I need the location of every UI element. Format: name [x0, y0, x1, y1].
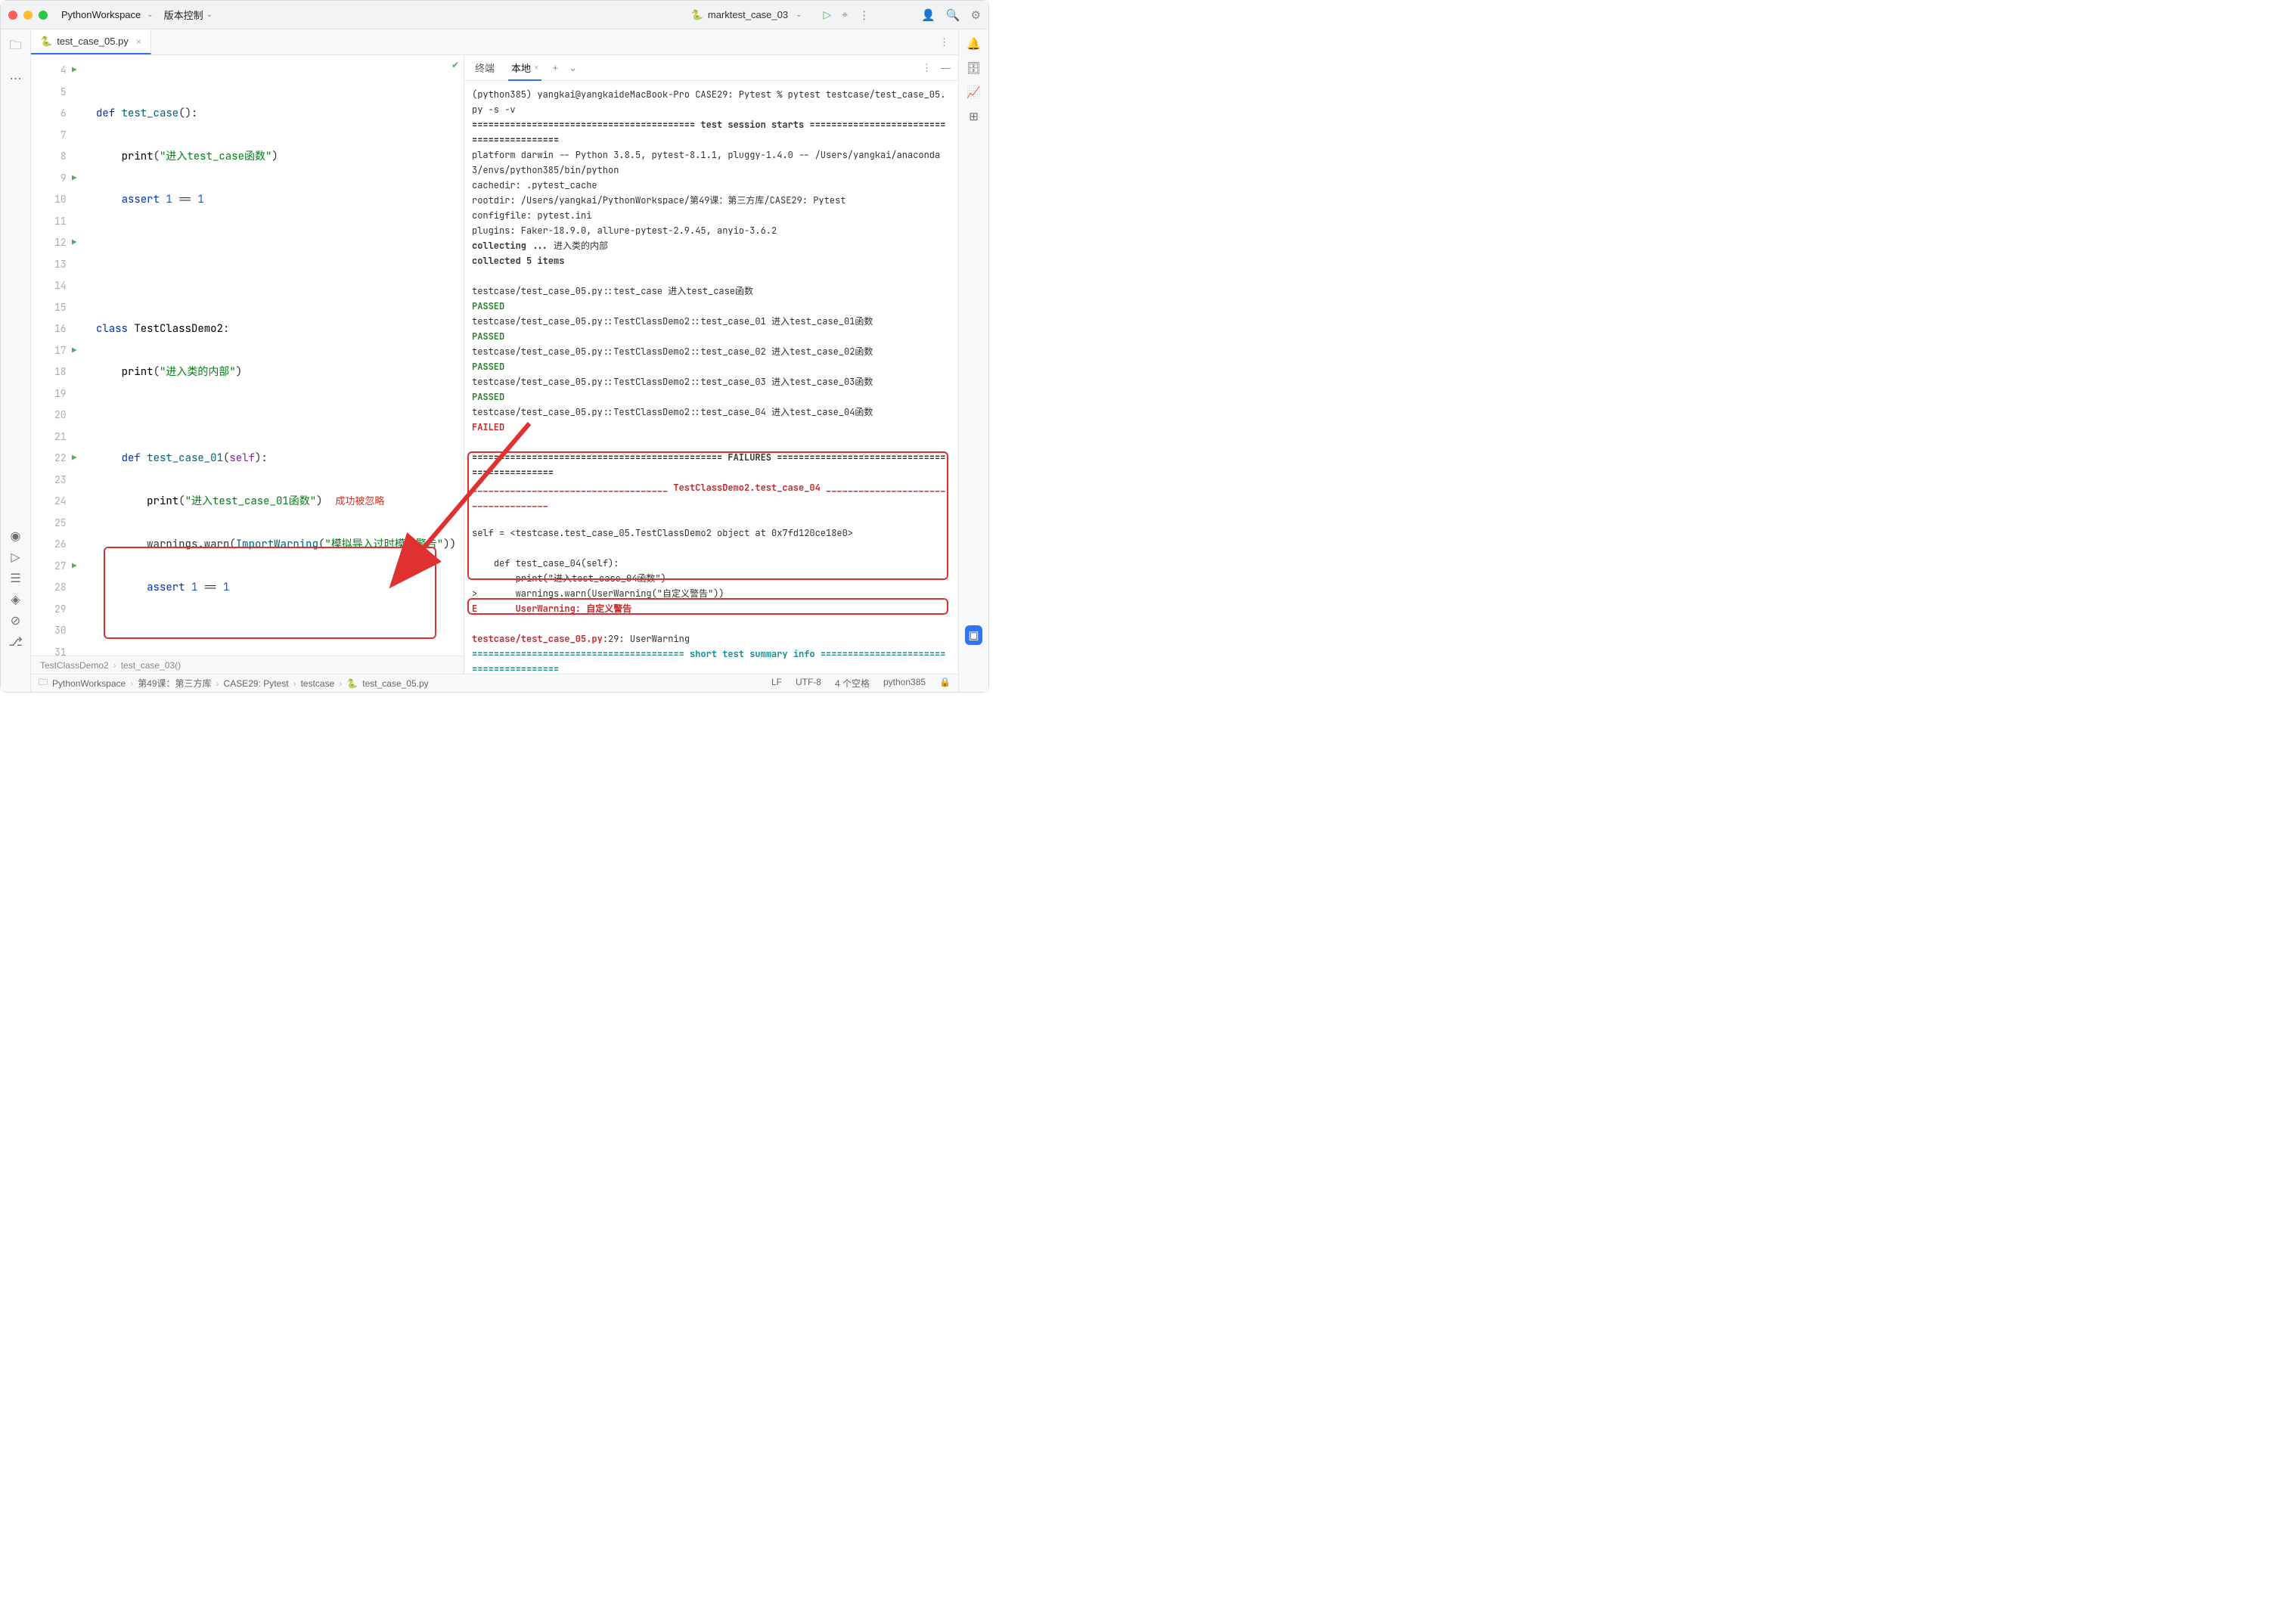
project-name[interactable]: PythonWorkspace	[61, 9, 141, 20]
terminal-output[interactable]: (python385) yangkai@yangkaideMacBook-Pro…	[464, 81, 958, 674]
breadcrumb-item[interactable]: 第49课：第三方库	[138, 677, 211, 690]
more-tools-icon[interactable]: ⋯	[10, 71, 22, 86]
encoding[interactable]: UTF-8	[796, 677, 821, 690]
gutter-run-icon[interactable]: ▶	[72, 60, 77, 82]
line-separator[interactable]: LF	[771, 677, 782, 690]
folder-icon: 🗀	[39, 675, 48, 691]
breadcrumb-item[interactable]: CASE29: Pytest	[224, 678, 289, 689]
python-icon: 🐍	[691, 9, 703, 21]
code-area[interactable]: def test_case(): print("进入test_case函数") …	[88, 55, 464, 656]
gutter-run-icon[interactable]: ▶	[72, 232, 77, 254]
inspection-ok-icon[interactable]: ✔	[451, 60, 459, 70]
python-console-icon[interactable]: ◉	[11, 529, 21, 544]
terminal-menu-icon[interactable]: ⋮	[922, 62, 932, 74]
vcs-tool-icon[interactable]: ⎇	[8, 634, 22, 650]
crumb-method[interactable]: test_case_03()	[121, 660, 181, 671]
gutter-run-icon[interactable]: ▶	[72, 168, 77, 190]
plugins-icon[interactable]: ⊞	[969, 110, 979, 123]
chevron-down-icon: ⌄	[206, 11, 213, 19]
run-button[interactable]: ▷	[824, 8, 832, 21]
run-tool-icon[interactable]: ▷	[11, 550, 20, 565]
close-icon[interactable]: ×	[534, 64, 538, 73]
terminal-tool-icon[interactable]: ▣	[965, 625, 982, 645]
sciview-icon[interactable]: 📈	[966, 85, 981, 99]
run-config-name: marktest_case_03	[708, 9, 788, 20]
maximize-window[interactable]	[39, 11, 48, 20]
editor-tabs: 🐍 test_case_05.py × ⋮	[31, 29, 958, 55]
file-tab[interactable]: 🐍 test_case_05.py ×	[31, 29, 151, 54]
statusbar: 🗀 PythonWorkspace › 第49课：第三方库 › CASE29: …	[31, 674, 958, 692]
search-icon[interactable]: 🔍	[946, 8, 960, 22]
problems-icon[interactable]: ⊘	[11, 613, 20, 628]
terminal-dropdown-icon[interactable]: ⌄	[569, 62, 577, 74]
tab-menu-icon[interactable]: ⋮	[930, 36, 958, 48]
gutter-run-icon[interactable]: ▶	[72, 448, 77, 470]
chevron-down-icon: ⌄	[796, 11, 802, 19]
right-tool-strip: 🔔 🗄 📈 ⊞ ▣	[958, 29, 988, 692]
more-actions[interactable]: ⋮	[858, 8, 870, 22]
run-configuration[interactable]: 🐍 marktest_case_03 ⌄	[691, 9, 813, 21]
structure-breadcrumb: TestClassDemo2 › test_case_03()	[31, 656, 464, 674]
traffic-lights	[8, 11, 48, 20]
editor-pane: ✔ 4▶ 5678 9▶ 1011 12▶ 13141516 17▶ 18192…	[31, 55, 464, 674]
chevron-down-icon: ⌄	[147, 11, 153, 19]
interpreter[interactable]: python385	[883, 677, 926, 690]
vcs-menu[interactable]: 版本控制	[164, 8, 203, 22]
terminal-pane: 终端 本地 × + ⌄ ⋮ — (python385) yangkai@yang…	[464, 55, 958, 674]
minimize-window[interactable]	[23, 11, 33, 20]
titlebar: PythonWorkspace ⌄ 版本控制 ⌄ 🐍 marktest_case…	[1, 1, 988, 29]
file-tab-label: test_case_05.py	[57, 36, 129, 47]
database-icon[interactable]: 🗄	[966, 61, 981, 75]
gutter-run-icon[interactable]: ▶	[72, 340, 77, 362]
code-with-me-icon[interactable]: 👤	[921, 8, 935, 22]
terminal-tab-main[interactable]: 终端	[472, 60, 498, 75]
close-tab-icon[interactable]: ×	[136, 36, 141, 47]
debug-button[interactable]: ⌖	[842, 8, 848, 21]
minimize-terminal-icon[interactable]: —	[941, 62, 951, 74]
terminal-tabs: 终端 本地 × + ⌄ ⋮ —	[464, 55, 958, 81]
gutter-run-icon[interactable]: ▶	[72, 556, 77, 578]
project-tool-icon[interactable]: 🗀	[9, 37, 21, 57]
line-numbers: 4▶ 5678 9▶ 1011 12▶ 13141516 17▶ 1819202…	[31, 55, 73, 656]
annotation-ignored: 成功被忽略	[335, 495, 384, 507]
python-icon: 🐍	[346, 678, 358, 689]
readonly-icon[interactable]: 🔒	[939, 677, 951, 690]
settings-icon[interactable]: ⚙	[971, 8, 981, 22]
services-icon[interactable]: ◈	[11, 592, 20, 607]
breadcrumb-item[interactable]: testcase	[301, 678, 335, 689]
left-tool-strip: 🗀 ⋯ ◉ ▷ ☰ ◈ ⊘ ⎇	[1, 29, 31, 692]
breadcrumb-item[interactable]: test_case_05.py	[362, 678, 428, 689]
python-icon: 🐍	[40, 36, 52, 48]
notifications-icon[interactable]: 🔔	[966, 37, 981, 51]
add-terminal-icon[interactable]: +	[552, 62, 558, 73]
close-window[interactable]	[8, 11, 17, 20]
breadcrumb-item[interactable]: PythonWorkspace	[52, 678, 126, 689]
crumb-class[interactable]: TestClassDemo2	[40, 660, 109, 671]
terminal-tab-local[interactable]: 本地 ×	[508, 60, 541, 81]
indent-setting[interactable]: 4 个空格	[835, 677, 870, 690]
structure-icon[interactable]: ☰	[10, 571, 20, 586]
